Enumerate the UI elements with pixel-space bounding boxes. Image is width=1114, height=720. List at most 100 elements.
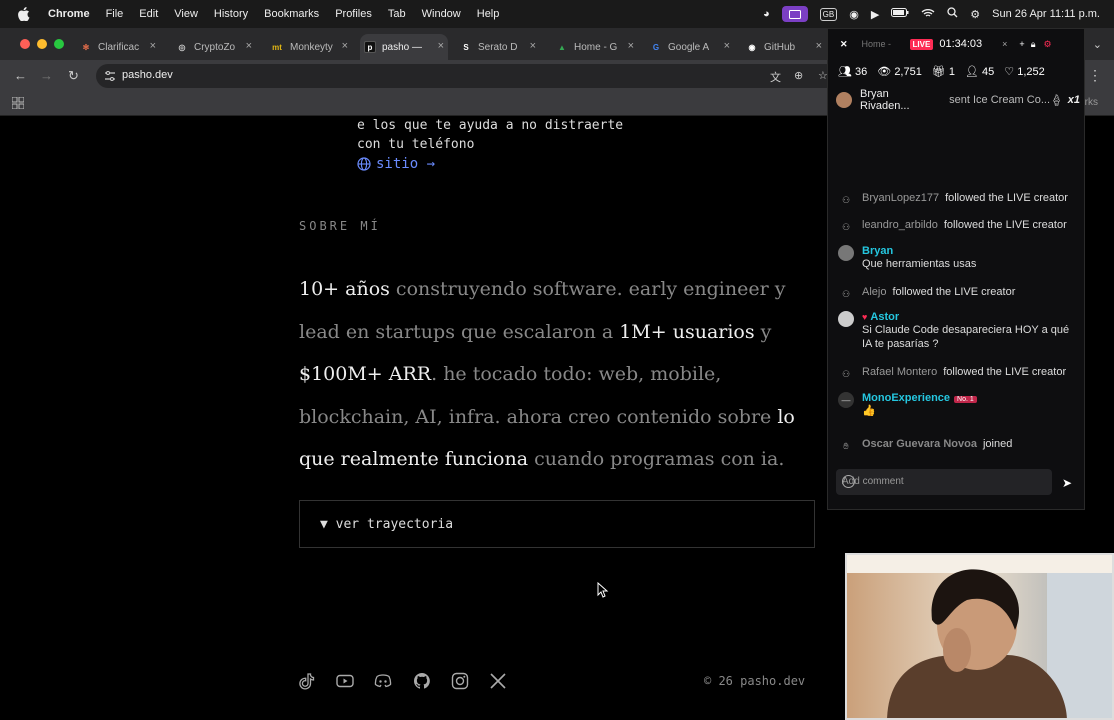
site-settings-icon[interactable] — [104, 70, 116, 82]
heart-badge-icon: ♥ — [862, 312, 868, 322]
bio-highlight: 1M+ usuarios — [619, 320, 755, 343]
menubar-clock[interactable]: Sun 26 Apr 11:11 p.m. — [992, 8, 1100, 20]
x-twitter-icon[interactable] — [489, 672, 507, 690]
chat-username[interactable]: Bryan — [862, 245, 976, 257]
tab-github[interactable]: ◉ GitHub × — [742, 34, 826, 60]
tiktok-icon[interactable] — [298, 672, 316, 690]
menu-view[interactable]: View — [174, 8, 198, 20]
trajectory-toggle-label: ▼ ver trayectoria — [320, 517, 454, 532]
search-icon[interactable] — [947, 7, 958, 21]
menu-file[interactable]: File — [106, 8, 124, 20]
chat-row: Bryan Que herramientas usas — [838, 245, 1078, 271]
control-center-icon[interactable]: ⚙ — [970, 8, 980, 21]
globe-icon — [357, 157, 371, 171]
chat-username[interactable]: Rafael Montero — [862, 366, 937, 378]
maximize-window-button[interactable] — [54, 39, 64, 49]
tab-close-icon[interactable]: × — [150, 40, 156, 52]
wifi-icon[interactable] — [921, 8, 935, 21]
menu-profiles[interactable]: Profiles — [335, 8, 372, 20]
emoji-icon[interactable] — [842, 475, 855, 488]
mouse-cursor-icon — [597, 582, 609, 598]
battery-icon[interactable] — [891, 8, 909, 20]
project-site-link[interactable]: sitio → — [357, 156, 435, 172]
chat-row: ♥ Astor Si Claude Code desapareciera HOY… — [838, 311, 1078, 351]
menu-app-name[interactable]: Chrome — [48, 8, 90, 20]
tab-clarificacion[interactable]: ✻ Clarificac × — [76, 34, 160, 60]
user-icon[interactable]: ◉ — [849, 8, 859, 21]
chat-username[interactable]: leandro_arbildo — [862, 219, 938, 231]
stat-likes: ♡ 1,252 — [1004, 65, 1044, 78]
translate-icon[interactable]: 文 — [770, 69, 781, 85]
back-button[interactable]: ← — [14, 68, 27, 83]
instagram-icon[interactable] — [451, 672, 469, 690]
google-favicon-icon: G — [652, 42, 660, 52]
play-icon[interactable]: ▶ — [871, 8, 879, 21]
tab-pasho[interactable]: p pasho — × — [360, 34, 448, 60]
chat-message-block: ♥ Astor Si Claude Code desapareciera HOY… — [862, 311, 1072, 351]
tab-search-chevron-icon[interactable]: ⌄ — [1093, 38, 1102, 51]
tab-close-icon[interactable]: × — [530, 40, 536, 52]
menu-edit[interactable]: Edit — [139, 8, 158, 20]
github-icon[interactable] — [413, 672, 431, 690]
bio-highlight: 10+ años — [299, 278, 390, 300]
menu-history[interactable]: History — [214, 8, 248, 20]
tab-serato[interactable]: S Serato D × — [456, 34, 540, 60]
chat-username[interactable]: BryanLopez177 — [862, 192, 939, 204]
eye-icon: 👁︎ — [877, 66, 892, 78]
follow-icon: ⚇ — [841, 194, 851, 205]
minimize-window-button[interactable] — [37, 39, 47, 49]
github-favicon-icon: ◉ — [748, 42, 756, 52]
menu-tab[interactable]: Tab — [388, 8, 406, 20]
trajectory-toggle[interactable]: ▼ ver trayectoria — [299, 500, 815, 548]
avatar — [838, 245, 854, 261]
chat-row: ⚇ BryanLopez177 followed the LIVE creato… — [838, 192, 1078, 208]
chat-row: ⚇ Rafael Montero followed the LIVE creat… — [838, 366, 1078, 382]
project-desc-line: con tu teléfono — [357, 137, 475, 152]
reload-button[interactable]: ↻ — [68, 68, 79, 84]
discord-icon[interactable] — [374, 672, 392, 690]
tab-google-ads[interactable]: G Google A × — [646, 34, 734, 60]
tab-home-drive[interactable]: ▲ Home - G × — [552, 34, 638, 60]
follow-icon: ⚇ — [841, 288, 851, 299]
project-desc-line: e los que te ayuda a no distraerte — [357, 118, 624, 133]
apps-grid-icon[interactable] — [12, 97, 24, 109]
apple-menu-icon[interactable] — [18, 7, 34, 21]
address-bar[interactable]: pasho.dev 文 ⊕ ☆ — [96, 64, 838, 88]
activity-icon[interactable]: ◕ — [763, 8, 770, 20]
status-area: ◕ GB ◉ ▶ ⚙ Sun 26 Apr 11:11 p.m. — [763, 0, 1100, 28]
youtube-icon[interactable] — [336, 672, 354, 690]
chrome-menu-icon[interactable]: ⋮ — [1088, 67, 1102, 84]
tab-close-icon[interactable]: × — [628, 40, 634, 52]
tab-monkeytype[interactable]: mt Monkeyty × — [266, 34, 352, 60]
close-window-button[interactable] — [20, 39, 30, 49]
lock-icon[interactable]: 🔒︎ — [1031, 39, 1036, 50]
url-text[interactable]: pasho.dev — [122, 69, 173, 81]
chat-username[interactable]: Alejo — [862, 286, 886, 298]
menu-bookmarks[interactable]: Bookmarks — [264, 8, 319, 20]
chat-username[interactable]: MonoExperience — [862, 392, 950, 404]
close-icon[interactable]: × — [1002, 39, 1007, 49]
webcam-image — [847, 555, 1112, 718]
keyboard-layout-indicator[interactable]: GB — [819, 7, 838, 21]
plus-icon[interactable]: + — [1019, 39, 1024, 49]
tab-close-icon[interactable]: × — [246, 40, 252, 52]
send-icon[interactable]: ➤ — [1062, 476, 1072, 490]
heart-icon: ♡ — [1004, 66, 1015, 78]
tab-close-icon[interactable]: × — [342, 40, 348, 52]
settings-gear-icon[interactable]: ⚙ — [1043, 39, 1051, 50]
chat-username[interactable]: Oscar Guevara Novoa — [862, 438, 977, 450]
comment-input[interactable]: Add comment — [836, 469, 1052, 495]
tab-cryptozombies[interactable]: ◎ CryptoZo × — [172, 34, 256, 60]
forward-button[interactable]: → — [40, 68, 53, 83]
zoom-icon[interactable]: ⊕ — [794, 69, 803, 82]
tab-close-icon[interactable]: × — [816, 40, 822, 52]
menu-window[interactable]: Window — [422, 8, 461, 20]
project-description: e los que te ayuda a no distraerte con t… — [357, 116, 623, 154]
menu-help[interactable]: Help — [477, 8, 500, 20]
screen-record-icon[interactable] — [781, 6, 808, 22]
chat-username[interactable]: Astor — [870, 311, 899, 323]
tab-close-icon[interactable]: × — [724, 40, 730, 52]
tab-close-icon[interactable]: × — [438, 40, 444, 52]
bio-highlight: $100M+ ARR — [299, 363, 432, 385]
tab-close-x-icon[interactable]: ✕ — [840, 39, 848, 50]
